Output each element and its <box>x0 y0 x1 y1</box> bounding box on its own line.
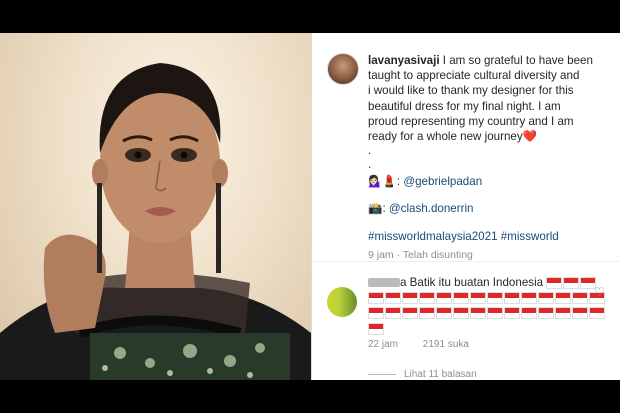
indonesia-flag-icon <box>487 292 503 305</box>
photographer-mention-link[interactable]: @clash.donerrin <box>389 202 474 215</box>
indonesia-flag-icon <box>385 307 401 320</box>
caption-line-5: proud representing my country and I am <box>368 114 574 128</box>
indonesia-flag-icon <box>453 307 469 320</box>
caption-line-3: i would like to thank my designer for th… <box>368 84 574 98</box>
indonesia-flag-icon <box>385 292 401 305</box>
indonesia-flag-icon <box>368 322 384 335</box>
flag-group-1 <box>546 276 597 289</box>
comment-meta: 22 jam 2191 suka <box>368 339 491 350</box>
indonesia-flag-icon <box>453 292 469 305</box>
indonesia-flag-icon <box>487 307 503 320</box>
caption-line-4: beautiful dress for my final night. I am <box>368 99 561 113</box>
indonesia-flag-icon <box>436 307 452 320</box>
heart-emoji-icon: ❤️ <box>522 130 538 144</box>
commenter-avatar[interactable] <box>327 287 357 317</box>
heart-outline-icon[interactable]: ♡ <box>594 286 606 298</box>
caption-line-6: ready for a whole new journey <box>368 130 523 144</box>
indonesia-flag-icon <box>504 292 520 305</box>
portrait-image <box>0 63 311 380</box>
indonesia-flag-icon <box>555 307 571 320</box>
camera-emoji-icon: 📸 <box>368 202 383 216</box>
post-time[interactable]: 9 jam <box>368 249 394 261</box>
flag-group-2 <box>368 290 605 305</box>
indonesia-flag-icon <box>572 307 588 320</box>
indonesia-flag-icon <box>436 292 452 305</box>
caption-dot-2: . <box>368 158 372 172</box>
hashtags-link[interactable]: #missworldmalaysia2021 #missworld <box>368 229 604 244</box>
indonesia-flag-icon <box>470 292 486 305</box>
comment-time[interactable]: 22 jam <box>368 339 398 350</box>
view-replies-button[interactable]: Lihat 11 balasan <box>368 369 477 380</box>
indonesia-flag-icon <box>546 276 563 289</box>
indonesia-flag-icon <box>555 292 571 305</box>
commenter-username-redacted[interactable] <box>368 278 400 288</box>
indonesia-flag-icon <box>402 307 418 320</box>
designer-emoji-icon: 💁🏻‍♀️💄 <box>368 175 397 189</box>
indonesia-flag-icon <box>589 307 605 320</box>
replies-dash <box>368 373 396 375</box>
author-avatar[interactable] <box>327 53 359 85</box>
indonesia-flag-icon <box>521 292 537 305</box>
post-photo[interactable] <box>0 33 311 380</box>
comment-body: a Batik itu buatan Indonesia <box>368 275 605 336</box>
caption-dot-1: . <box>368 144 372 158</box>
caption-line-2: taught to appreciate cultural diversity … <box>368 69 580 83</box>
flag-group-4 <box>368 321 588 336</box>
designer-mention-link[interactable]: @gebrielpadan <box>403 175 482 188</box>
comment-text: a Batik itu buatan Indonesia <box>400 276 544 289</box>
indonesia-flag-icon <box>572 292 588 305</box>
instagram-post-frame: lavanyasivaji I am so grateful to have b… <box>0 33 620 380</box>
comment-likes[interactable]: 2191 suka <box>423 339 469 350</box>
caption-line-1: I am so grateful to have been <box>439 54 593 67</box>
indonesia-flag-icon <box>419 307 435 320</box>
post-caption: lavanyasivaji I am so grateful to have b… <box>368 53 604 263</box>
indonesia-flag-icon <box>368 292 384 305</box>
indonesia-flag-icon <box>521 307 537 320</box>
indonesia-flag-icon <box>470 307 486 320</box>
indonesia-flag-icon <box>402 292 418 305</box>
indonesia-flag-icon <box>538 307 554 320</box>
indonesia-flag-icon <box>563 276 580 289</box>
view-replies-label: Lihat 11 balasan <box>404 369 477 380</box>
meta-separator: · <box>393 248 403 261</box>
caption-comments-divider <box>312 261 620 262</box>
edited-label: Telah disunting <box>402 248 473 261</box>
indonesia-flag-icon <box>368 307 384 320</box>
post-side-panel: lavanyasivaji I am so grateful to have b… <box>312 33 620 380</box>
indonesia-flag-icon <box>419 292 435 305</box>
indonesia-flag-icon <box>504 307 520 320</box>
flag-group-3 <box>368 305 605 320</box>
author-username[interactable]: lavanyasivaji <box>368 54 440 67</box>
indonesia-flag-icon <box>538 292 554 305</box>
